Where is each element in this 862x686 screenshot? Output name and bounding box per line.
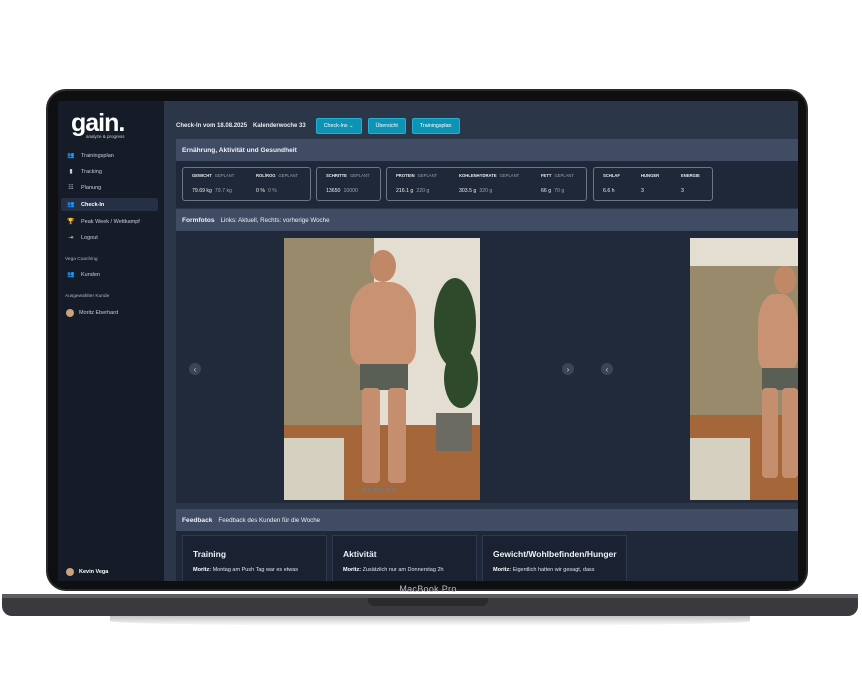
sidebar-item-label: Tracking: [81, 168, 102, 175]
check-ins-dropdown[interactable]: Check-Ins ⌄: [315, 118, 362, 134]
chevron-left-icon[interactable]: ‹: [601, 363, 613, 375]
logout-icon: ⇥: [68, 235, 74, 241]
sidebar-item-label: Kunden: [81, 271, 100, 278]
protein-stat: PROTEIN GEPLANT 216.1 g 220 g: [396, 173, 438, 194]
feedback-card-text: Moritz: Zusätzlich nur am Donnerstag 2h: [343, 567, 444, 573]
sidebar-item-label: Logout: [81, 234, 98, 241]
steps-box: SCHRITTE GEPLANT 13650 10000: [316, 167, 381, 201]
feedback-subtitle: Feedback des Kunden für die Woche: [218, 516, 321, 524]
check-in-icon: 👥: [67, 202, 75, 208]
selected-client-name: Moritz Eberhard: [79, 309, 119, 316]
sidebar-item-trainingsplan[interactable]: 👥 Trainingsplan: [61, 149, 158, 162]
sidebar-item-logout[interactable]: ⇥ Logout: [61, 231, 158, 244]
calendar-week: Kalenderwoche 33: [253, 123, 306, 129]
section-label-selected-client: Ausgewählter Kunde: [65, 294, 110, 299]
users-icon: 👥: [67, 153, 75, 159]
user-profile[interactable]: Kevin Vega: [61, 565, 158, 578]
chevron-left-icon[interactable]: ‹: [189, 363, 201, 375]
fat-stat: FETT GEPLANT 66 g 70 g: [541, 173, 575, 194]
energy-stat: ENERGIE 3: [681, 173, 700, 194]
nutrition-header: Ernährung, Aktivität und Gesundheit: [176, 139, 798, 161]
sidebar-item-label: Peak Week / Wettkampf: [81, 218, 140, 225]
photos-header: Formfotos Links: Aktuell, Rechts: vorher…: [176, 209, 798, 231]
current-photo[interactable]: [284, 238, 480, 500]
sidebar-item-check-in[interactable]: 👥 Check-In: [61, 198, 158, 211]
feedback-header: Feedback Feedback des Kunden für die Woc…: [176, 509, 798, 531]
feedback-card-title: Gewicht/Wohlbefinden/Hunger: [493, 549, 617, 559]
logo-tagline: analyze & progress: [86, 134, 125, 139]
feedback-card-text: Moritz: Eigentlich hatten wir gesagt, da…: [493, 567, 595, 573]
weight-stat: GEWICHT GEPLANT 79.69 kg 79.7 kg: [192, 173, 235, 194]
feedback-card-title: Aktivität: [343, 549, 377, 559]
feedback-card-text: Moritz: Montag am Push Tag war es etwas: [193, 567, 299, 573]
bar-chart-icon: ▮: [69, 169, 73, 175]
photos-subtitle: Links: Aktuell, Rechts: vorherige Woche: [220, 216, 330, 224]
chevron-down-icon: ⌄: [349, 123, 354, 129]
main-content: Check-In vom 18.08.2025 Kalenderwoche 33…: [164, 101, 798, 581]
sidebar-item-peak-week[interactable]: 🏆 Peak Week / Wettkampf: [61, 215, 158, 228]
sidebar-item-planung[interactable]: ☷ Planung: [61, 181, 158, 194]
uebersicht-button[interactable]: Übersicht: [367, 118, 406, 134]
device-label: MacBook Pro: [399, 584, 457, 594]
chevron-right-icon[interactable]: ›: [562, 363, 574, 375]
photos-title: Formfotos: [182, 216, 215, 224]
avatar: [66, 567, 74, 576]
carousel-dots: [362, 488, 395, 491]
steps-stat: SCHRITTE GEPLANT 13650 10000: [326, 173, 370, 194]
previous-photo[interactable]: [690, 238, 798, 500]
feedback-title: Feedback: [182, 516, 213, 524]
feedback-card-aktivitaet: Aktivität Moritz: Zusätzlich nur am Donn…: [332, 535, 477, 581]
health-box: SCHLAF 6.6 h HUNGER 3 ENERGIE 3: [593, 167, 713, 201]
nutrition-title: Ernährung, Aktivität und Gesundheit: [182, 146, 297, 154]
people-icon: ☷: [68, 185, 74, 191]
sidebar-item-label: Trainingsplan: [81, 152, 114, 159]
sidebar-item-label: Planung: [81, 184, 102, 191]
checkin-date: Check-In vom 18.08.2025: [176, 123, 248, 129]
section-label-coaching: Vega Coaching: [65, 257, 98, 262]
rol-rog-stat: ROL/ROG GEPLANT 0 % 0 %: [256, 173, 299, 194]
sidebar-item-kunden[interactable]: 👥 Kunden: [61, 268, 158, 281]
hunger-stat: HUNGER 3: [641, 173, 660, 194]
users-icon: 👥: [67, 272, 75, 278]
photo-carousel: ‹ › ‹: [176, 231, 798, 503]
sleep-stat: SCHLAF 6.6 h: [603, 173, 620, 194]
selected-client[interactable]: Moritz Eberhard: [61, 306, 158, 319]
app-screen: gain. analyze & progress 👥 Trainingsplan…: [58, 101, 798, 581]
top-bar: Check-In vom 18.08.2025 Kalenderwoche 33…: [176, 118, 460, 134]
avatar: [66, 308, 74, 317]
user-name: Kevin Vega: [79, 568, 109, 575]
macros-box: PROTEIN GEPLANT 216.1 g 220 g KOHLENHYDRAT…: [386, 167, 587, 201]
laptop-shadow: [110, 616, 750, 626]
carbs-stat: KOHLENHYDRATE GEPLANT 303.5 g 320 g: [459, 173, 520, 194]
sidebar-item-tracking[interactable]: ▮ Tracking: [61, 165, 158, 178]
feedback-card-title: Training: [193, 549, 227, 559]
laptop-notch: [368, 598, 488, 606]
feedback-card-gewicht: Gewicht/Wohlbefinden/Hunger Moritz: Eige…: [482, 535, 627, 581]
sidebar-item-label: Check-In: [81, 201, 105, 208]
trainingsplan-button[interactable]: Trainingsplan: [411, 118, 460, 134]
feedback-card-training: Training Moritz: Montag am Push Tag war …: [182, 535, 327, 581]
trophy-icon: 🏆: [67, 219, 75, 225]
app-logo[interactable]: gain.: [71, 111, 125, 136]
weight-box: GEWICHT GEPLANT 79.69 kg 79.7 kg ROL/ROG GE…: [182, 167, 311, 201]
sidebar: gain. analyze & progress 👥 Trainingsplan…: [58, 101, 164, 581]
